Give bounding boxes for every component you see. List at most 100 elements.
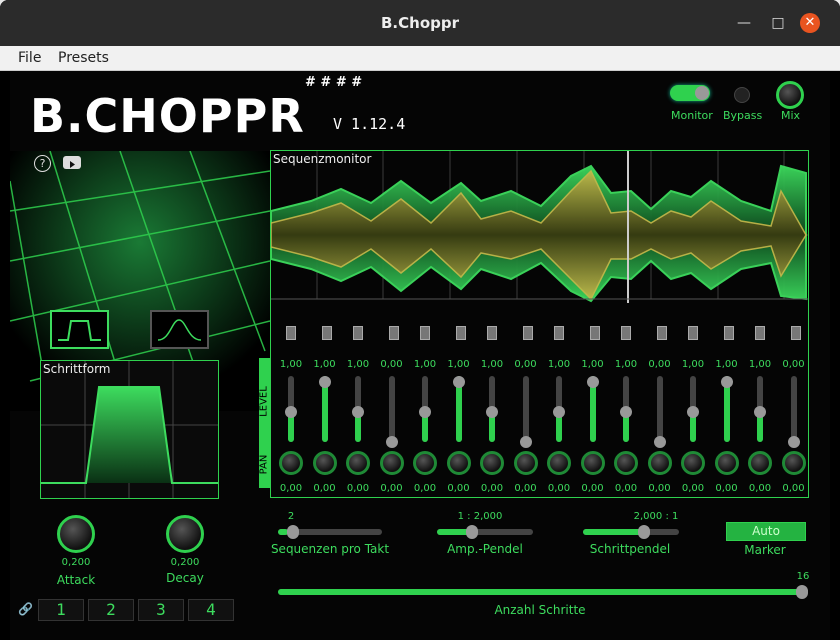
step-level-thumb[interactable] [586, 376, 599, 388]
step-level-slider[interactable] [419, 376, 431, 442]
step-level-thumb[interactable] [687, 406, 699, 418]
step-level-slider[interactable] [519, 376, 532, 448]
step-marker-handle[interactable] [388, 326, 399, 340]
step-level-slider[interactable] [653, 376, 666, 448]
sequences-slider[interactable] [278, 525, 382, 539]
step-level-slider[interactable] [687, 376, 699, 442]
step-level-thumb[interactable] [285, 406, 297, 418]
step-level-slider[interactable] [586, 376, 599, 442]
step-level-slider[interactable] [720, 376, 733, 442]
step-level-thumb[interactable] [318, 376, 331, 388]
step-pan-knob[interactable] [580, 451, 605, 475]
step-level-slider[interactable] [318, 376, 331, 442]
step-level-thumb[interactable] [620, 406, 632, 418]
menu-file[interactable]: File [18, 50, 41, 66]
marker-auto-button[interactable]: Auto [726, 522, 806, 541]
step-pan-knob[interactable] [480, 451, 504, 475]
step-marker-handle[interactable] [790, 326, 801, 340]
bypass-button[interactable] [734, 87, 750, 103]
step-marker-handle[interactable] [621, 326, 631, 340]
menu-presets[interactable]: Presets [58, 50, 109, 66]
amp-slider[interactable] [437, 525, 533, 539]
slider-thumb[interactable] [287, 525, 300, 539]
rectangle-shape-button[interactable] [50, 310, 109, 349]
video-icon[interactable] [63, 156, 81, 169]
step-marker-handle[interactable] [723, 326, 734, 340]
step-pan-knob[interactable] [748, 451, 772, 475]
step-marker-handle[interactable] [321, 326, 332, 340]
step-slider[interactable] [583, 525, 679, 539]
help-icon[interactable]: ? [34, 155, 51, 172]
preset-2-button[interactable]: 2 [88, 599, 134, 621]
step-pan-knob[interactable] [681, 451, 705, 475]
mix-knob[interactable] [776, 81, 804, 109]
step-pan-knob[interactable] [379, 451, 404, 475]
step-level-slider[interactable] [553, 376, 565, 442]
step-pan-knob[interactable] [346, 451, 370, 475]
step-level-slider[interactable] [787, 376, 800, 448]
step-pan-knob[interactable] [547, 451, 571, 475]
minimize-icon[interactable]: — [734, 13, 754, 33]
slider-thumb[interactable] [796, 585, 808, 599]
step-pan-knob[interactable] [647, 451, 672, 475]
step-level-slider[interactable] [352, 376, 364, 442]
step-level-thumb[interactable] [653, 436, 666, 448]
step-level-thumb[interactable] [787, 436, 800, 448]
sine-shape-button[interactable] [150, 310, 209, 349]
step-shape-title: Schrittform [43, 362, 111, 376]
step-pan-knob[interactable] [614, 451, 638, 475]
step-level-thumb[interactable] [519, 436, 532, 448]
step-level-slider[interactable] [452, 376, 465, 442]
monitor-toggle[interactable] [670, 85, 710, 101]
step-marker-handle[interactable] [522, 326, 533, 340]
step-level-thumb[interactable] [553, 406, 565, 418]
step-pan-knob[interactable] [413, 451, 437, 475]
link-icon[interactable]: 🔗 [18, 602, 33, 616]
step-level-thumb[interactable] [452, 376, 465, 388]
step-shape-graph[interactable] [41, 361, 218, 498]
slider-fill [583, 529, 646, 535]
step-marker-handle[interactable] [420, 326, 430, 340]
maximize-icon[interactable]: □ [768, 13, 788, 33]
decay-knob[interactable] [166, 515, 204, 553]
attack-knob[interactable] [57, 515, 95, 553]
step-marker-handle[interactable] [755, 326, 765, 340]
close-icon[interactable]: ✕ [800, 13, 820, 33]
step-marker-handle[interactable] [554, 326, 564, 340]
step-level-slider[interactable] [620, 376, 632, 442]
preset-4-button[interactable]: 4 [188, 599, 234, 621]
step-level-slider[interactable] [754, 376, 766, 442]
step-pan-knob[interactable] [714, 451, 739, 475]
step-marker-handle[interactable] [455, 326, 466, 340]
step-pan-knob[interactable] [312, 451, 337, 475]
step-marker-handle[interactable] [688, 326, 698, 340]
decay-value: 0,200 [170, 557, 200, 568]
step-marker-handle[interactable] [286, 326, 296, 340]
step-level-thumb[interactable] [352, 406, 364, 418]
step-pan-knob[interactable] [781, 451, 806, 475]
step-pan-value: 0,00 [480, 483, 504, 494]
step-level-slider[interactable] [486, 376, 498, 442]
step-marker-handle[interactable] [656, 326, 667, 340]
step-level-thumb[interactable] [486, 406, 498, 418]
count-slider[interactable] [278, 585, 808, 599]
step-level-thumb[interactable] [754, 406, 766, 418]
step-marker-handle[interactable] [353, 326, 363, 340]
slider-thumb[interactable] [466, 525, 479, 539]
step-level-slider[interactable] [285, 376, 297, 442]
preset-3-button[interactable]: 3 [138, 599, 184, 621]
slider-thumb[interactable] [637, 525, 650, 539]
step-pan-knob[interactable] [279, 451, 303, 475]
step-column: 1,00 0,00 [276, 326, 306, 496]
step-level-thumb[interactable] [720, 376, 733, 388]
step-pan-knob[interactable] [513, 451, 538, 475]
step-pan-knob[interactable] [446, 451, 471, 475]
step-level-slider[interactable] [385, 376, 398, 448]
window-title: B.Choppr [381, 14, 459, 32]
step-level-thumb[interactable] [385, 436, 398, 448]
amp-value: 1 : 2,000 [457, 511, 503, 522]
step-marker-handle[interactable] [487, 326, 497, 340]
preset-1-button[interactable]: 1 [38, 599, 84, 621]
step-level-thumb[interactable] [419, 406, 431, 418]
step-marker-handle[interactable] [589, 326, 600, 340]
